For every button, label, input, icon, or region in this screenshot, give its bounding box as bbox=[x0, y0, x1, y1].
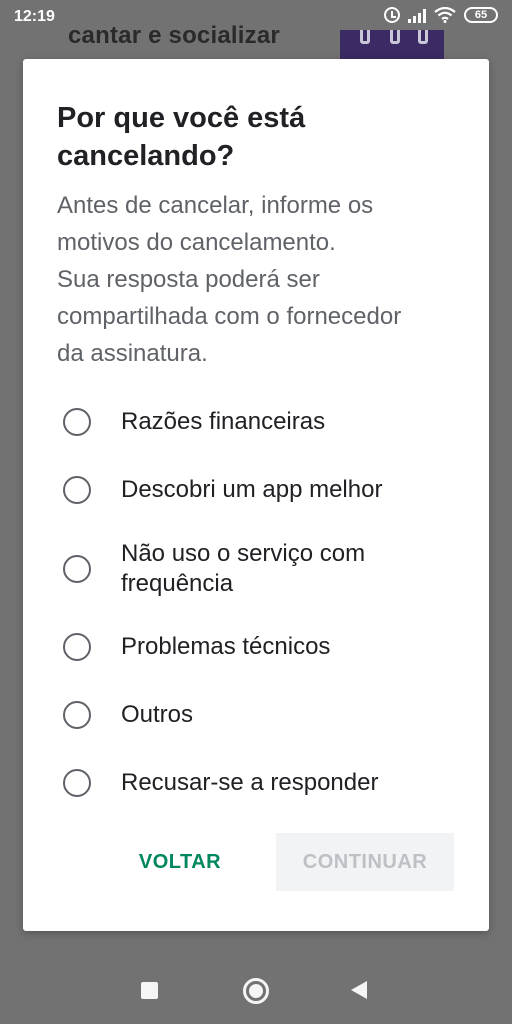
continue-button[interactable]: CONTINUAR bbox=[276, 833, 454, 891]
radio-button[interactable] bbox=[63, 633, 91, 661]
option-financial-reasons[interactable]: Razões financeiras bbox=[63, 407, 463, 437]
back-button[interactable]: VOLTAR bbox=[125, 833, 235, 891]
wifi-icon bbox=[434, 6, 456, 23]
background-thumbnail bbox=[340, 30, 444, 60]
description-line: motivos do cancelamento. bbox=[57, 229, 336, 256]
radio-button[interactable] bbox=[63, 476, 91, 504]
option-label: Não uso o serviço com frequência bbox=[121, 540, 366, 597]
radio-button[interactable] bbox=[63, 555, 91, 583]
alarm-icon bbox=[384, 7, 400, 23]
battery-icon: 65 bbox=[464, 7, 498, 23]
cancel-reason-dialog: Por que você está cancelando? Antes de c… bbox=[23, 59, 489, 931]
radio-button[interactable] bbox=[63, 701, 91, 729]
option-better-app[interactable]: Descobri um app melhor bbox=[63, 475, 463, 505]
option-others[interactable]: Outros bbox=[63, 700, 463, 730]
description-line: Antes de cancelar, informe os bbox=[57, 192, 374, 219]
description-line: da assinatura. bbox=[57, 340, 208, 367]
status-bar: 12:19 65 bbox=[0, 0, 512, 34]
navigation-bar bbox=[0, 960, 512, 1024]
radio-button[interactable] bbox=[63, 408, 91, 436]
status-icons: 65 bbox=[384, 6, 498, 23]
option-label: Descobri um app melhor bbox=[121, 476, 383, 503]
dialog-actions: VOLTAR CONTINUAR bbox=[23, 833, 489, 893]
option-decline-to-answer[interactable]: Recusar-se a responder bbox=[63, 768, 463, 798]
option-label: Problemas técnicos bbox=[121, 633, 331, 660]
radio-button[interactable] bbox=[63, 769, 91, 797]
option-label: Outros bbox=[121, 701, 194, 728]
dialog-title: Por que você está cancelando? bbox=[57, 102, 306, 172]
option-label: Razões financeiras bbox=[121, 408, 326, 435]
option-not-used-often[interactable]: Não uso o serviço com frequência bbox=[63, 539, 463, 599]
square-icon[interactable] bbox=[141, 982, 158, 999]
signal-icon bbox=[408, 7, 426, 23]
status-time: 12:19 bbox=[14, 8, 55, 25]
dialog-description: Antes de cancelar, informe os motivos do… bbox=[57, 187, 467, 372]
option-label: Recusar-se a responder bbox=[121, 769, 379, 796]
description-line: compartilhada com o fornecedor bbox=[57, 303, 402, 330]
triangle-back-icon[interactable] bbox=[351, 981, 367, 999]
circle-icon[interactable] bbox=[243, 978, 269, 1004]
option-technical-problems[interactable]: Problemas técnicos bbox=[63, 632, 463, 662]
description-line: Sua resposta poderá ser bbox=[57, 266, 320, 293]
